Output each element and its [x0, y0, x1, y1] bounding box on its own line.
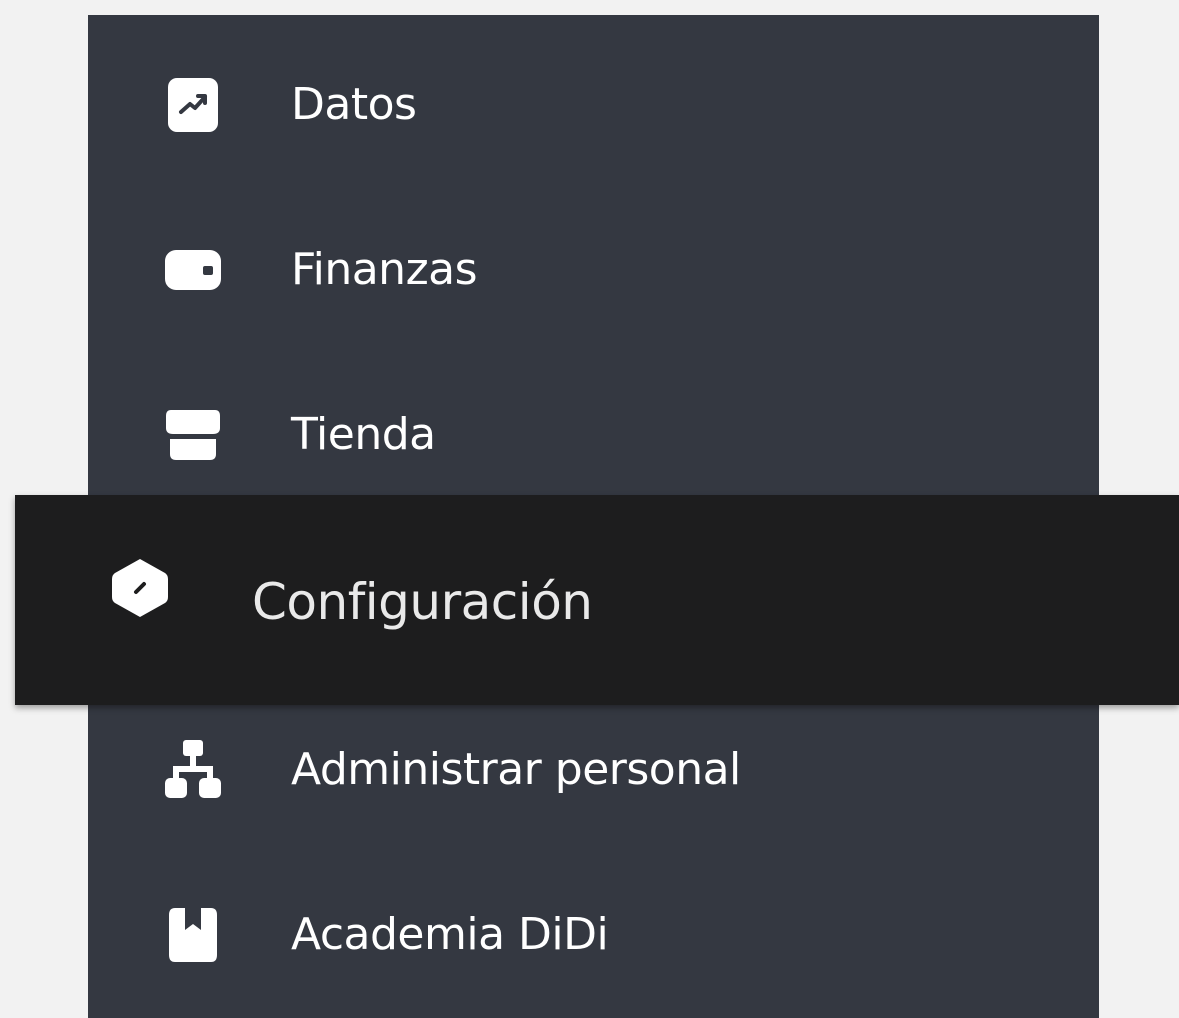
sidebar-item-label: Finanzas	[291, 244, 478, 295]
store-icon	[163, 405, 223, 465]
sidebar-item-tienda[interactable]: Tienda	[88, 390, 1099, 480]
sidebar-item-label: Academia DiDi	[291, 909, 609, 960]
settings-hexagon-icon	[110, 558, 170, 618]
chart-trend-icon	[163, 75, 223, 135]
sidebar-item-administrar-personal[interactable]: Administrar personal	[88, 725, 1099, 815]
wallet-icon	[163, 240, 223, 300]
sidebar-item-label: Datos	[291, 79, 417, 130]
sidebar-item-academia-didi[interactable]: Academia DiDi	[88, 890, 1099, 980]
sidebar-item-label: Configuración	[252, 573, 593, 631]
sidebar-item-finanzas[interactable]: Finanzas	[88, 225, 1099, 315]
sidebar-item-configuracion[interactable]: Configuración	[15, 495, 1179, 705]
sidebar-item-label: Tienda	[291, 409, 436, 460]
sidebar-item-label: Administrar personal	[291, 744, 741, 795]
book-icon	[163, 905, 223, 965]
sidebar-item-datos[interactable]: Datos	[88, 60, 1099, 150]
org-chart-icon	[163, 740, 223, 800]
